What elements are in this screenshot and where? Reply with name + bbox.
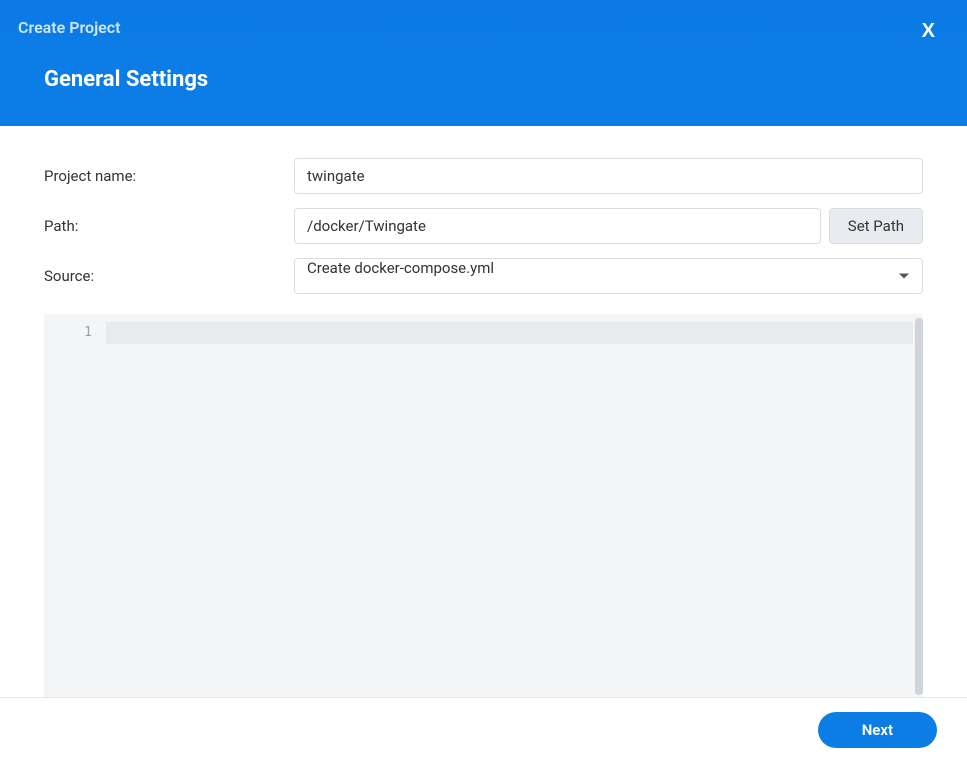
project-name-label: Project name: [44, 167, 294, 185]
source-select[interactable]: Create docker-compose.yml [294, 258, 923, 294]
source-select-wrapper: Create docker-compose.yml [294, 258, 923, 294]
source-row: Source: Create docker-compose.yml [44, 258, 923, 294]
project-name-row: Project name: [44, 158, 923, 194]
line-number: 1 [44, 322, 106, 344]
next-button[interactable]: Next [818, 712, 937, 748]
path-input[interactable] [294, 208, 821, 244]
section-title: General Settings [0, 37, 967, 92]
editor-body[interactable] [106, 314, 923, 699]
set-path-button[interactable]: Set Path [829, 208, 923, 244]
code-editor[interactable]: 1 [44, 314, 923, 699]
dialog-title: Create Project [0, 0, 967, 37]
editor-active-line [106, 322, 913, 344]
dialog-footer: Next [0, 697, 967, 762]
path-row: Path: Set Path [44, 208, 923, 244]
editor-scrollbar[interactable] [915, 318, 923, 695]
project-name-input[interactable] [294, 158, 923, 194]
close-icon: X [922, 20, 935, 42]
dialog-header: Create Project X General Settings [0, 0, 967, 126]
source-label: Source: [44, 267, 294, 285]
editor-gutter: 1 [44, 314, 106, 699]
close-button[interactable]: X [914, 16, 943, 47]
path-label: Path: [44, 217, 294, 235]
dialog-content: Project name: Path: Set Path Source: Cre… [0, 126, 967, 699]
